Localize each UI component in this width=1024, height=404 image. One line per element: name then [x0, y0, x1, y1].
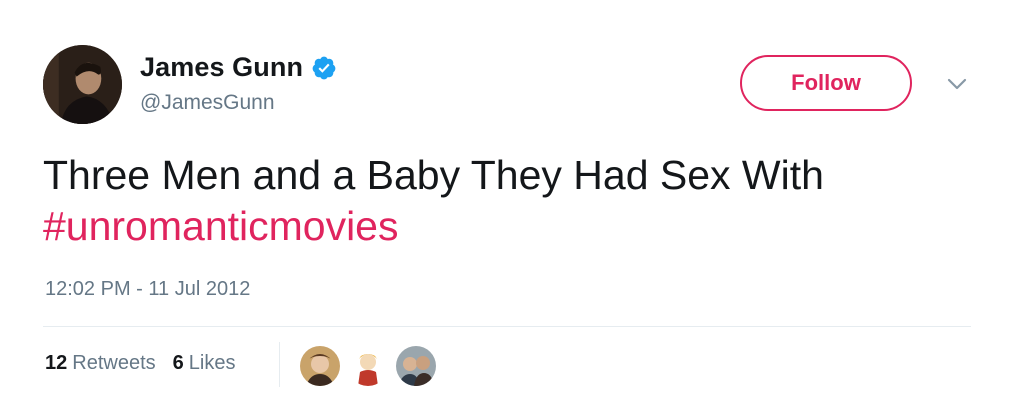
- stats-separator: [279, 342, 280, 387]
- retweets-stat[interactable]: 12 Retweets: [45, 352, 156, 375]
- display-name[interactable]: James Gunn: [140, 52, 303, 83]
- chevron-down-icon[interactable]: [946, 77, 968, 91]
- tweet-body: Three Men and a Baby They Had Sex With: [43, 152, 824, 198]
- tweet-text: Three Men and a Baby They Had Sex With #…: [43, 150, 983, 252]
- likes-label: Likes: [188, 352, 236, 374]
- follow-button[interactable]: Follow: [740, 55, 912, 111]
- user-handle[interactable]: @JamesGunn: [140, 91, 275, 115]
- name-row: James Gunn: [140, 52, 337, 83]
- tweet-timestamp[interactable]: 12:02 PM - 11 Jul 2012: [45, 278, 250, 301]
- likes-stat[interactable]: 6 Likes: [173, 352, 236, 375]
- liker-avatar-2[interactable]: [347, 345, 389, 387]
- liked-by-avatars: [299, 345, 443, 387]
- tweet-stats: 12 Retweets 6 Likes: [45, 352, 252, 375]
- hashtag-link[interactable]: #unromanticmovies: [43, 203, 399, 249]
- liker-avatar-1[interactable]: [299, 345, 341, 387]
- divider: [43, 326, 971, 327]
- likes-count: 6: [172, 352, 184, 374]
- verified-badge-icon: [311, 55, 337, 81]
- user-avatar[interactable]: [43, 45, 122, 124]
- retweets-count: 12: [45, 352, 68, 374]
- liker-avatar-3[interactable]: [395, 345, 437, 387]
- retweets-label: Retweets: [72, 352, 156, 374]
- avatar-photo: [43, 45, 122, 124]
- tweet-card: James Gunn @JamesGunn Follow Three Men a…: [0, 0, 1024, 404]
